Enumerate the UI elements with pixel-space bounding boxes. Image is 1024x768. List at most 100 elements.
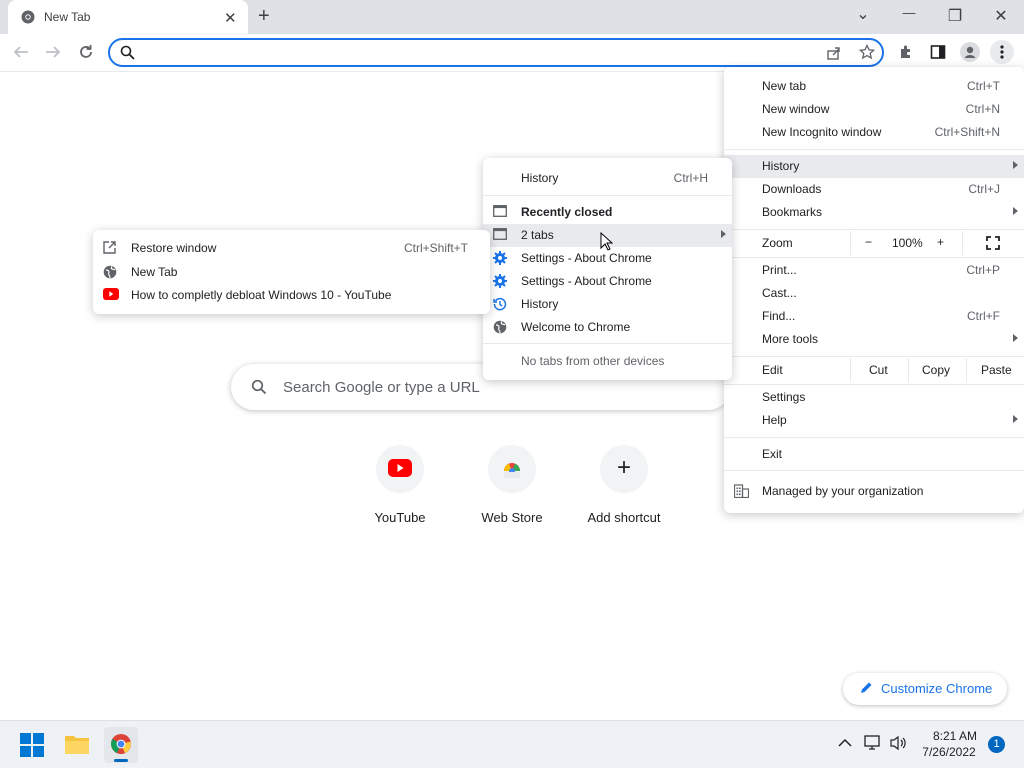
web-store-icon bbox=[488, 445, 536, 493]
chevron-right-icon bbox=[721, 230, 726, 238]
search-icon bbox=[120, 45, 135, 60]
menu-settings[interactable]: Settings bbox=[724, 386, 1024, 409]
globe-icon bbox=[103, 265, 119, 281]
search-icon bbox=[251, 379, 267, 395]
settings-gear-icon bbox=[493, 274, 509, 290]
shortcut-label: YouTube bbox=[374, 510, 426, 525]
menu-downloads[interactable]: Downloads Ctrl+J bbox=[724, 178, 1024, 201]
zoom-level: 100% bbox=[892, 236, 923, 250]
close-window-button[interactable]: ✕ bbox=[991, 6, 1011, 26]
volume-icon[interactable] bbox=[889, 735, 907, 751]
customize-chrome-button[interactable]: Customize Chrome bbox=[843, 673, 1007, 705]
menu-managed[interactable]: Managed by your organization bbox=[724, 480, 1024, 503]
paste-button[interactable]: Paste bbox=[981, 363, 1012, 377]
chrome-taskbar-button[interactable] bbox=[104, 727, 138, 763]
menu-divider bbox=[724, 356, 1024, 357]
new-tab-button[interactable]: + bbox=[258, 6, 270, 26]
profile-avatar-icon[interactable] bbox=[960, 42, 980, 62]
chevron-right-icon bbox=[1013, 207, 1018, 215]
building-icon bbox=[734, 484, 749, 498]
copy-button[interactable]: Copy bbox=[922, 363, 950, 377]
menu-divider bbox=[724, 149, 1024, 150]
menu-find[interactable]: Find... Ctrl+F bbox=[724, 305, 1024, 328]
side-panel-icon[interactable] bbox=[930, 44, 946, 60]
notification-badge[interactable]: 1 bbox=[988, 736, 1005, 753]
add-icon: + bbox=[600, 445, 648, 493]
tab-title: New Tab bbox=[44, 10, 91, 24]
youtube-icon bbox=[376, 445, 424, 493]
chevron-up-icon[interactable] bbox=[838, 738, 852, 748]
open-in-new-icon bbox=[103, 241, 119, 257]
menu-cast[interactable]: Cast... bbox=[724, 282, 1024, 305]
windows-start-icon[interactable] bbox=[20, 733, 44, 757]
history-clock-icon bbox=[493, 297, 509, 313]
minimize-button[interactable]: — bbox=[899, 5, 919, 20]
customize-label: Customize Chrome bbox=[881, 681, 993, 696]
window-icon bbox=[493, 205, 509, 221]
menu-divider bbox=[724, 257, 1024, 258]
menu-new-window[interactable]: New window Ctrl+N bbox=[724, 98, 1024, 121]
menu-divider bbox=[483, 343, 732, 344]
tab-search-icon[interactable]: ⌄ bbox=[853, 4, 873, 24]
fullscreen-icon[interactable] bbox=[986, 236, 1000, 250]
two-tabs-submenu: Restore window Ctrl+Shift+T New Tab How … bbox=[93, 230, 490, 314]
submenu-history[interactable]: History Ctrl+H bbox=[483, 167, 732, 190]
back-icon[interactable] bbox=[12, 44, 30, 60]
settings-gear-icon bbox=[493, 251, 509, 267]
menu-history[interactable]: History bbox=[724, 155, 1024, 178]
menu-edit-row: Edit Cut Copy Paste bbox=[724, 358, 1024, 382]
share-icon[interactable] bbox=[826, 45, 842, 61]
menu-new-incognito[interactable]: New Incognito window Ctrl+Shift+N bbox=[724, 121, 1024, 144]
history-submenu: History Ctrl+H Recently closed 2 tabs Se… bbox=[483, 158, 732, 380]
menu-new-tab[interactable]: New tab Ctrl+T bbox=[724, 75, 1024, 98]
shortcut-web-store[interactable]: Web Store bbox=[462, 445, 562, 525]
menu-exit[interactable]: Exit bbox=[724, 443, 1024, 466]
chrome-favicon-icon bbox=[21, 10, 35, 24]
shortcut-youtube[interactable]: YouTube bbox=[350, 445, 450, 525]
globe-icon bbox=[493, 320, 509, 336]
clock-time[interactable]: 8:21 AM bbox=[930, 729, 980, 743]
network-icon[interactable] bbox=[864, 735, 882, 751]
shortcut-label: Add shortcut bbox=[587, 510, 661, 525]
chrome-menu-button[interactable] bbox=[990, 40, 1014, 64]
zoom-out-button[interactable]: − bbox=[865, 235, 872, 249]
restore-button[interactable]: ❐ bbox=[945, 6, 965, 26]
reload-icon[interactable] bbox=[77, 43, 95, 61]
tab-new-tab[interactable]: New Tab ✕ bbox=[8, 0, 248, 34]
chrome-main-menu: New tab Ctrl+T New window Ctrl+N New Inc… bbox=[724, 67, 1024, 513]
menu-print[interactable]: Print... Ctrl+P bbox=[724, 259, 1024, 282]
restore-window-item[interactable]: Restore window Ctrl+Shift+T bbox=[93, 237, 490, 260]
recently-closed-header: Recently closed bbox=[483, 201, 732, 224]
submenu-settings-about-2[interactable]: Settings - About Chrome bbox=[483, 270, 732, 293]
zoom-in-button[interactable]: + bbox=[937, 235, 944, 249]
menu-help[interactable]: Help bbox=[724, 409, 1024, 432]
address-bar[interactable] bbox=[108, 38, 884, 67]
chevron-right-icon bbox=[1013, 334, 1018, 342]
shortcut-add[interactable]: + Add shortcut bbox=[574, 445, 674, 525]
chrome-icon bbox=[111, 734, 131, 754]
menu-divider bbox=[724, 470, 1024, 471]
more-vert-icon bbox=[1000, 45, 1004, 59]
bookmark-star-icon[interactable] bbox=[859, 44, 875, 60]
cut-button[interactable]: Cut bbox=[869, 363, 888, 377]
menu-zoom-row: Zoom − 100% + bbox=[724, 231, 1024, 255]
menu-bookmarks[interactable]: Bookmarks bbox=[724, 201, 1024, 224]
mouse-cursor-icon bbox=[600, 232, 613, 251]
no-tabs-message: No tabs from other devices bbox=[521, 354, 665, 368]
menu-more-tools[interactable]: More tools bbox=[724, 328, 1024, 351]
tab-close-icon[interactable]: ✕ bbox=[224, 9, 237, 27]
submenu-welcome[interactable]: Welcome to Chrome bbox=[483, 316, 732, 339]
extensions-icon[interactable] bbox=[898, 44, 914, 60]
menu-divider bbox=[483, 195, 732, 196]
forward-icon[interactable] bbox=[44, 44, 62, 60]
tab-item-new-tab[interactable]: New Tab bbox=[93, 261, 490, 284]
menu-divider bbox=[724, 437, 1024, 438]
window-icon bbox=[493, 228, 509, 244]
submenu-history-item[interactable]: History bbox=[483, 293, 732, 316]
clock-date[interactable]: 7/26/2022 bbox=[918, 745, 980, 759]
pencil-icon bbox=[859, 681, 873, 695]
tab-item-youtube[interactable]: How to completly debloat Windows 10 - Yo… bbox=[93, 284, 490, 307]
chevron-right-icon bbox=[1013, 161, 1018, 169]
search-placeholder: Search Google or type a URL bbox=[283, 379, 480, 396]
file-explorer-icon[interactable] bbox=[64, 733, 90, 755]
